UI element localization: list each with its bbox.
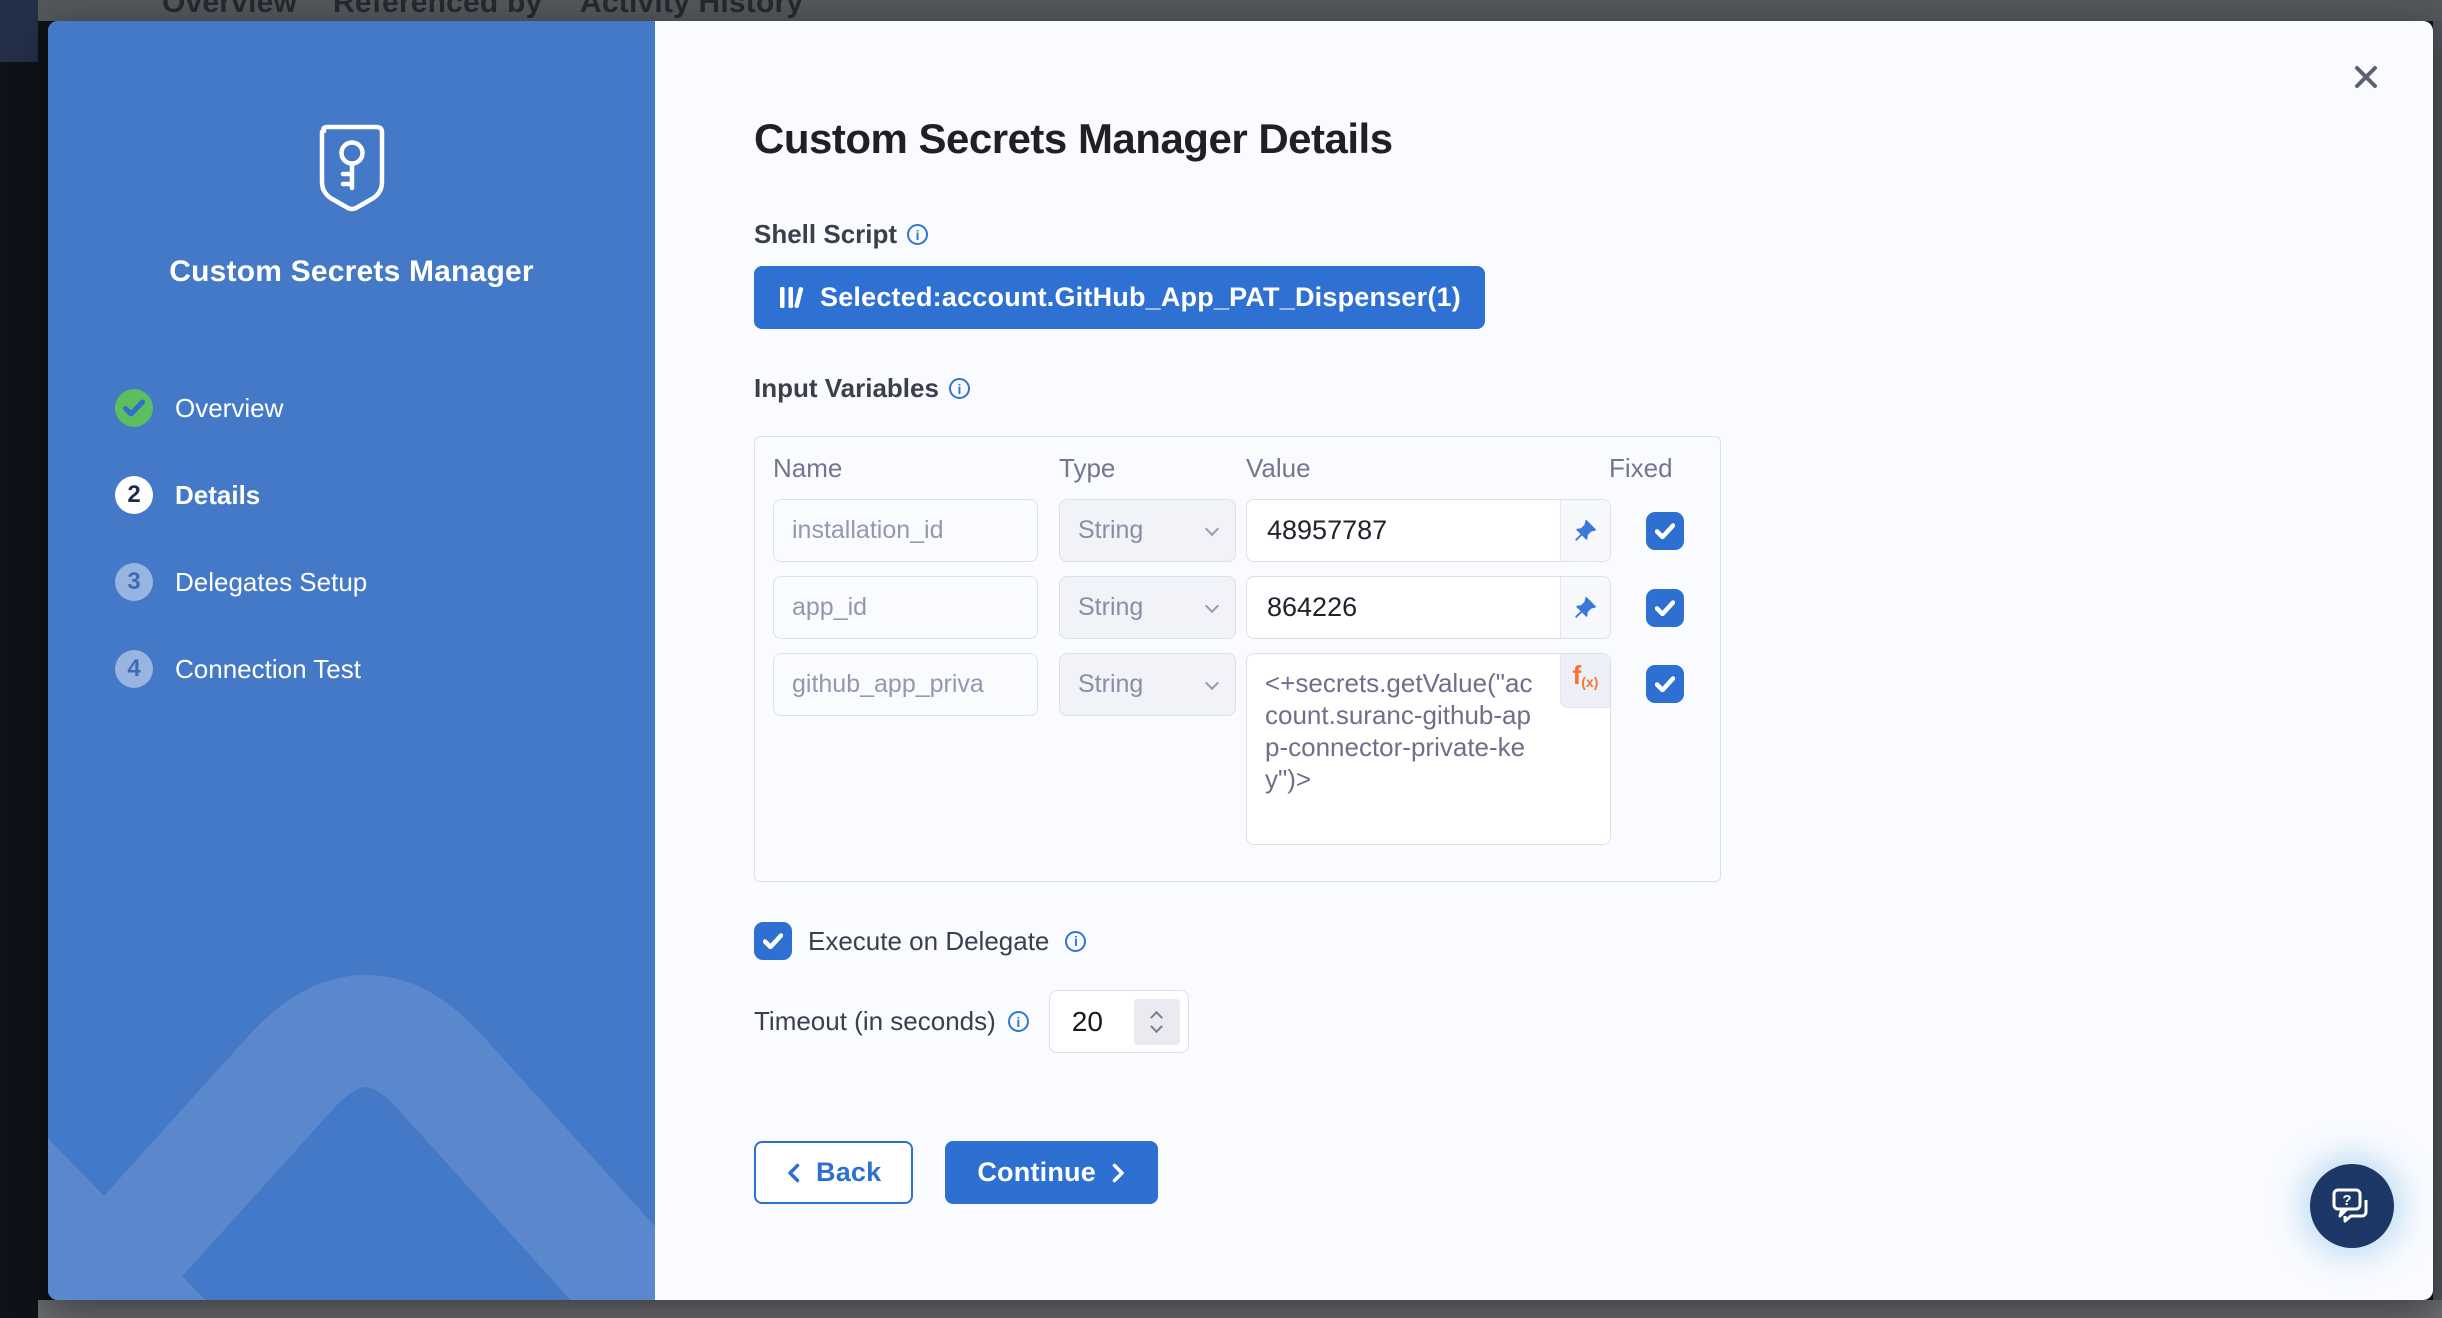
step-number-badge: 2 xyxy=(115,476,153,514)
checkmark-icon xyxy=(1655,600,1675,616)
back-button-label: Back xyxy=(816,1157,881,1188)
wizard-steps: Overview 2 Details 3 Delegates Setup 4 C… xyxy=(48,389,655,737)
shell-script-selected-button[interactable]: Selected:account.GitHub_App_PAT_Dispense… xyxy=(754,266,1485,329)
info-icon[interactable]: i xyxy=(1008,1011,1029,1032)
step-overview[interactable]: Overview xyxy=(115,389,655,427)
custom-secrets-manager-modal: Custom Secrets Manager Overview 2 Detail… xyxy=(48,21,2433,1300)
pin-value-type-button[interactable] xyxy=(1560,577,1610,638)
fixed-checkbox[interactable] xyxy=(1646,589,1684,627)
pin-value-type-button[interactable] xyxy=(1560,500,1610,561)
variable-name-field[interactable]: app_id xyxy=(773,576,1038,639)
variable-value-field[interactable]: 864226 xyxy=(1246,576,1611,639)
background-tab-referenced-by: Referenced by xyxy=(333,0,542,20)
step-connection-test[interactable]: 4 Connection Test xyxy=(115,650,655,688)
wizard-title: Custom Secrets Manager xyxy=(169,255,534,289)
info-icon[interactable]: i xyxy=(1065,931,1086,952)
checkmark-icon xyxy=(1655,676,1675,692)
chevron-down-icon xyxy=(1205,599,1219,613)
brand-watermark-logo xyxy=(48,870,655,1300)
input-variables-label: Input Variables xyxy=(754,373,939,404)
template-library-icon xyxy=(778,285,805,310)
input-variables-table: Name Type Value Fixed installation_id St… xyxy=(754,436,1721,882)
step-delegates-setup[interactable]: 3 Delegates Setup xyxy=(115,563,655,601)
checkmark-icon xyxy=(1655,523,1675,539)
page: { "backdrop": { "tabs": ["Overview", "Re… xyxy=(0,0,2442,1318)
number-stepper[interactable] xyxy=(1134,999,1180,1045)
wizard-sidebar: Custom Secrets Manager Overview 2 Detail… xyxy=(48,21,655,1300)
variable-type-value: String xyxy=(1078,670,1143,699)
step-complete-check-icon xyxy=(115,389,153,427)
execute-on-delegate-checkbox[interactable] xyxy=(754,922,792,960)
execute-on-delegate-label: Execute on Delegate xyxy=(808,926,1049,957)
step-label: Delegates Setup xyxy=(175,567,367,598)
step-number-badge: 4 xyxy=(115,650,153,688)
table-row: app_id String 864226 xyxy=(773,576,1702,639)
variable-value-text: 48957787 xyxy=(1247,515,1560,546)
table-row: github_app_priva String <+secrets.getVal… xyxy=(773,653,1702,845)
table-header: Name Type Value Fixed xyxy=(773,453,1702,485)
backdrop-right-strip xyxy=(2433,21,2442,1300)
continue-button[interactable]: Continue xyxy=(945,1141,1158,1204)
pin-icon xyxy=(1573,595,1598,620)
continue-button-label: Continue xyxy=(977,1157,1096,1188)
chevron-left-icon xyxy=(786,1163,800,1183)
chevron-down-icon xyxy=(1205,676,1219,690)
secrets-manager-shield-key-icon xyxy=(308,121,396,219)
stepper-down-icon xyxy=(1150,1020,1163,1033)
backdrop-bottom-strip xyxy=(38,1300,2442,1318)
expression-value-type-button[interactable]: f(x) xyxy=(1560,654,1610,708)
page-title: Custom Secrets Manager Details xyxy=(754,113,2433,165)
step-label: Connection Test xyxy=(175,654,361,685)
variable-type-value: String xyxy=(1078,516,1143,545)
fixed-checkbox[interactable] xyxy=(1646,512,1684,550)
variable-name-field[interactable]: github_app_priva xyxy=(773,653,1038,716)
chevron-down-icon xyxy=(1205,522,1219,536)
background-tab-bar: Overview Referenced by Activity History xyxy=(38,0,2442,21)
timeout-value: 20 xyxy=(1050,1006,1103,1038)
step-label: Overview xyxy=(175,393,283,424)
close-icon xyxy=(2352,63,2380,91)
info-icon[interactable]: i xyxy=(949,378,970,399)
back-button[interactable]: Back xyxy=(754,1141,913,1204)
column-header-type: Type xyxy=(1059,453,1115,484)
step-number-badge: 3 xyxy=(115,563,153,601)
shell-script-label: Shell Script xyxy=(754,219,897,250)
table-row: installation_id String 48957787 xyxy=(773,499,1702,562)
shell-script-selected-value: Selected:account.GitHub_App_PAT_Dispense… xyxy=(820,282,1461,313)
help-button[interactable]: ? xyxy=(2310,1164,2394,1248)
variable-name-field[interactable]: installation_id xyxy=(773,499,1038,562)
fx-icon: f xyxy=(1573,662,1582,688)
chevron-right-icon xyxy=(1112,1163,1126,1183)
info-icon[interactable]: i xyxy=(907,224,928,245)
details-panel: Custom Secrets Manager Details Shell Scr… xyxy=(655,21,2433,1300)
variable-value-text: <+secrets.getValue("account.suranc-githu… xyxy=(1247,654,1547,796)
timeout-label: Timeout (in seconds) xyxy=(754,1006,996,1037)
variable-type-select[interactable]: String xyxy=(1059,499,1236,562)
column-header-fixed: Fixed xyxy=(1609,453,1673,484)
pin-icon xyxy=(1573,518,1598,543)
checkmark-icon xyxy=(763,933,783,949)
svg-text:?: ? xyxy=(2342,1192,2351,1209)
column-header-value: Value xyxy=(1246,453,1311,484)
variable-type-select[interactable]: String xyxy=(1059,653,1236,716)
background-tab-overview: Overview xyxy=(162,0,297,20)
timeout-input[interactable]: 20 xyxy=(1049,990,1189,1053)
variable-value-field[interactable]: 48957787 xyxy=(1246,499,1611,562)
background-nav-corner xyxy=(0,0,38,62)
column-header-name: Name xyxy=(773,453,842,484)
background-tab-activity-history: Activity History xyxy=(580,0,803,20)
step-details[interactable]: 2 Details xyxy=(115,476,655,514)
variable-value-text: 864226 xyxy=(1247,592,1560,623)
step-label: Details xyxy=(175,480,260,511)
variable-type-value: String xyxy=(1078,593,1143,622)
variable-type-select[interactable]: String xyxy=(1059,576,1236,639)
help-chat-icon: ? xyxy=(2330,1185,2374,1227)
variable-value-textarea[interactable]: <+secrets.getValue("account.suranc-githu… xyxy=(1246,653,1611,845)
close-button[interactable] xyxy=(2349,60,2383,94)
fx-icon-sub: (x) xyxy=(1581,674,1598,690)
fixed-checkbox[interactable] xyxy=(1646,665,1684,703)
